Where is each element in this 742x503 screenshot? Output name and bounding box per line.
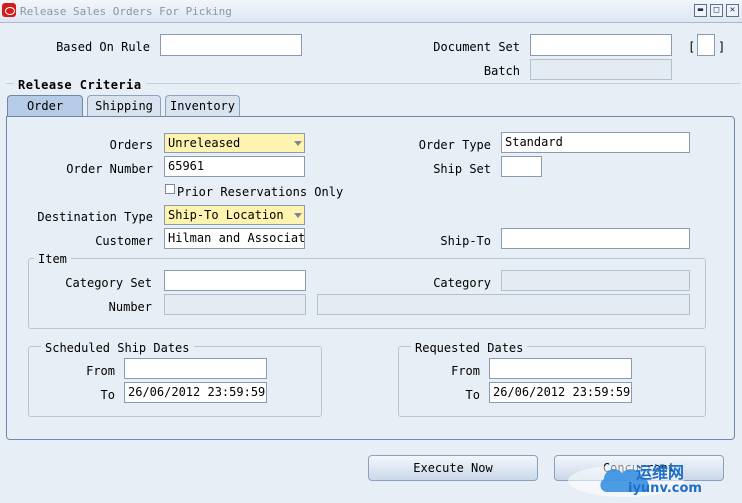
destination-type-label: Destination Type [37,210,153,224]
window-title: Release Sales Orders For Picking [20,5,232,18]
ship-set-field[interactable] [501,156,542,177]
customer-label: Customer [95,234,153,248]
batch-field [530,59,672,80]
close-icon[interactable]: ✕ [726,4,739,17]
release-criteria-title: Release Criteria [14,78,146,92]
orders-label: Orders [109,138,153,152]
site-watermark: 运维网 iyunv.com [566,459,736,499]
item-number-field [164,294,306,315]
number-label: Number [108,300,152,314]
tab-shipping[interactable]: Shipping [87,95,161,117]
maximize-icon[interactable]: □ [710,4,723,17]
ship-set-label: Ship Set [433,162,491,176]
requested-to-label: To [465,388,480,402]
based-on-rule-label: Based On Rule [56,40,150,54]
document-set-label: Document Set [433,40,520,54]
requested-from-label: From [451,364,480,378]
ship-to-field[interactable] [501,228,690,249]
document-set-field[interactable] [530,34,672,56]
chevron-down-icon[interactable] [294,213,302,218]
category-field [501,270,690,291]
prior-reservations-checkbox[interactable] [165,184,175,194]
order-number-label: Order Number [66,162,153,176]
category-set-label: Category Set [65,276,152,290]
order-number-field[interactable]: 65961 [164,156,305,177]
scheduled-to-field[interactable]: 26/06/2012 23:59:59 [124,382,267,403]
destination-type-value: Ship-To Location [168,208,284,222]
scheduled-from-field[interactable] [124,358,267,379]
scheduled-ship-dates-title: Scheduled Ship Dates [41,341,194,355]
flex-bracket-right: ] [718,40,726,54]
oracle-app-icon [2,3,16,17]
flex-bracket-left: [ [688,40,696,54]
orders-select-value: Unreleased [168,136,241,150]
order-type-field[interactable]: Standard [501,132,690,153]
scheduled-to-label: To [100,388,115,402]
item-group-title: Item [34,252,71,266]
requested-dates-title: Requested Dates [411,341,528,355]
ship-to-label: Ship-To [440,234,491,248]
tab-inventory[interactable]: Inventory [165,95,240,117]
item-description-field [317,294,690,315]
based-on-rule-field[interactable] [160,34,302,56]
prior-reservations-label: Prior Reservations Only [177,185,344,199]
orders-select[interactable]: Unreleased [164,133,305,153]
order-type-label: Order Type [418,138,491,152]
batch-label: Batch [483,64,520,78]
category-set-field[interactable] [164,270,306,291]
descriptive-flexfield[interactable] [697,34,715,56]
execute-now-button[interactable]: Execute Now [368,455,538,481]
watermark-text-cn: 运维网 [636,463,685,482]
category-label: Category [433,276,491,290]
watermark-url: iyunv.com [628,481,702,496]
requested-from-field[interactable] [489,358,632,379]
customer-field[interactable]: Hilman and Associate [164,228,305,249]
scheduled-from-label: From [86,364,115,378]
tab-order[interactable]: Order [7,95,83,117]
minimize-icon[interactable]: ▬ [694,4,707,17]
destination-type-select[interactable]: Ship-To Location [164,205,305,225]
requested-to-field[interactable]: 26/06/2012 23:59:59 [489,382,632,403]
chevron-down-icon[interactable] [294,141,302,146]
